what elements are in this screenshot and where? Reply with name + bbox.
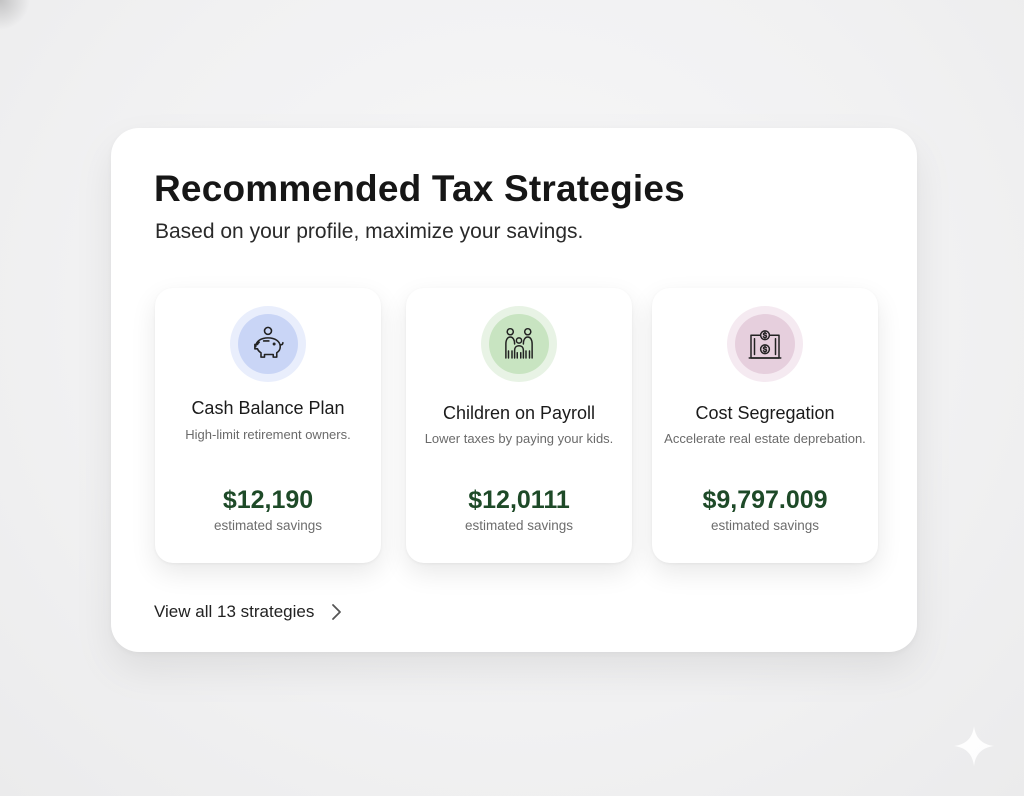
strategy-caption: estimated savings [213,518,323,533]
strategy-amount: $12,0111 [468,486,570,514]
strategy-caption: estimated savings [464,518,574,533]
panel-subtitle: Based on your profile, maximize your sav… [155,220,584,243]
icon-disc [489,314,549,374]
strategy-caption: estimated savings [710,518,820,533]
icon-disc [238,314,298,374]
strategy-amount: $12,190 [222,486,314,514]
building-dollar-icon [748,330,782,359]
icon-halo [481,306,557,382]
strategy-name: Cash Balance Plan [191,398,345,418]
strategy-amount: $9,797.009 [702,486,828,514]
strategy-description: High-limit retirement owners. [185,427,351,442]
panel-title: Recommended Tax Strategies [154,168,685,209]
sparkle-icon [954,726,994,766]
corner-shadow [0,0,30,30]
view-all-strategies-link[interactable]: View all 13 strategies [154,602,342,622]
strategy-card-children-on-payroll[interactable]: Children on Payroll Lower taxes by payin… [406,288,632,563]
piggy-bank-icon [254,326,284,358]
icon-disc [735,314,795,374]
icon-halo [727,306,803,382]
strategy-name: Cost Segregation [695,403,835,423]
strategy-card-cost-segregation[interactable]: Cost Segregation Accelerate real estate … [652,288,878,563]
strategy-card-cash-balance-plan[interactable]: Cash Balance Plan High-limit retirement … [155,288,381,563]
view-all-label: View all 13 strategies [154,602,315,621]
strategy-description: Accelerate real estate deprebation. [664,431,866,446]
icon-halo [230,306,306,382]
strategy-description: Lower taxes by paying your kids. [424,431,614,446]
tax-strategies-panel: Recommended Tax Strategies Based on your… [111,128,917,652]
family-icon [505,327,533,359]
strategy-name: Children on Payroll [442,403,596,423]
chevron-right-icon [332,604,342,620]
